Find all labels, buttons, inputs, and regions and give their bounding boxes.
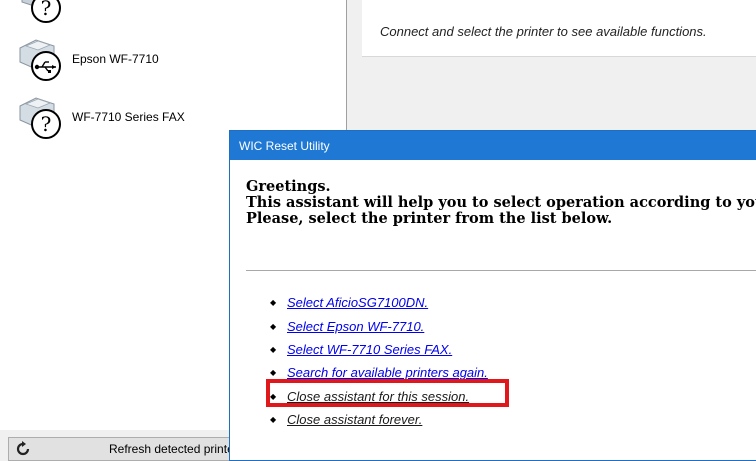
svg-text:?: ?: [41, 112, 52, 136]
option-select-epson: ◆ Select Epson WF-7710.: [270, 314, 488, 337]
greeting-text: Greetings. This assistant will help you …: [246, 179, 756, 227]
printer-list-item-wf-7710-series-fax[interactable]: ? WF-7710 Series FAX: [14, 94, 185, 140]
usb-printer-icon: [14, 36, 70, 82]
refresh-icon: [15, 441, 31, 457]
printer-list-item[interactable]: ?: [14, 0, 70, 24]
search-again-link[interactable]: Search for available printers again.: [287, 365, 488, 380]
help-icon: ?: [14, 0, 70, 24]
status-message: Connect and select the printer to see av…: [380, 24, 707, 39]
bullet-icon: ◆: [270, 391, 277, 401]
select-aficio-link[interactable]: Select AficioSG7100DN.: [287, 295, 428, 310]
bullet-icon: ◆: [270, 298, 277, 308]
separator: [246, 270, 756, 271]
option-close-session: ◆ Close assistant for this session.: [270, 385, 488, 408]
bullet-icon: ◆: [270, 415, 277, 425]
greeting-line: This assistant will help you to select o…: [246, 194, 756, 211]
help-printer-icon: ?: [14, 94, 70, 140]
dialog-titlebar[interactable]: WIC Reset Utility: [230, 131, 756, 160]
svg-text:?: ?: [41, 0, 52, 20]
bullet-icon: ◆: [270, 344, 277, 354]
greeting-line: Please, select the printer from the list…: [246, 210, 613, 227]
option-list: ◆ Select AficioSG7100DN. ◆ Select Epson …: [270, 291, 488, 431]
status-panel: Connect and select the printer to see av…: [362, 0, 756, 57]
printer-label: Epson WF-7710: [72, 52, 159, 66]
option-select-aficio: ◆ Select AficioSG7100DN.: [270, 291, 488, 314]
dialog-title: WIC Reset Utility: [239, 138, 330, 153]
close-forever-link[interactable]: Close assistant forever.: [287, 412, 422, 427]
bullet-icon: ◆: [270, 321, 277, 331]
select-epson-link[interactable]: Select Epson WF-7710.: [287, 319, 424, 334]
close-session-link[interactable]: Close assistant for this session.: [287, 389, 469, 404]
select-fax-link[interactable]: Select WF-7710 Series FAX.: [287, 342, 452, 357]
bullet-icon: ◆: [270, 368, 277, 378]
printer-list-item-epson-wf-7710[interactable]: Epson WF-7710: [14, 36, 159, 82]
printer-label: WF-7710 Series FAX: [72, 110, 185, 124]
option-close-forever: ◆ Close assistant forever.: [270, 408, 488, 431]
option-search-again: ◆ Search for available printers again.: [270, 361, 488, 384]
greeting-line: Greetings.: [246, 178, 331, 195]
assistant-dialog: WIC Reset Utility Greetings. This assist…: [229, 130, 756, 461]
option-select-fax: ◆ Select WF-7710 Series FAX.: [270, 338, 488, 361]
